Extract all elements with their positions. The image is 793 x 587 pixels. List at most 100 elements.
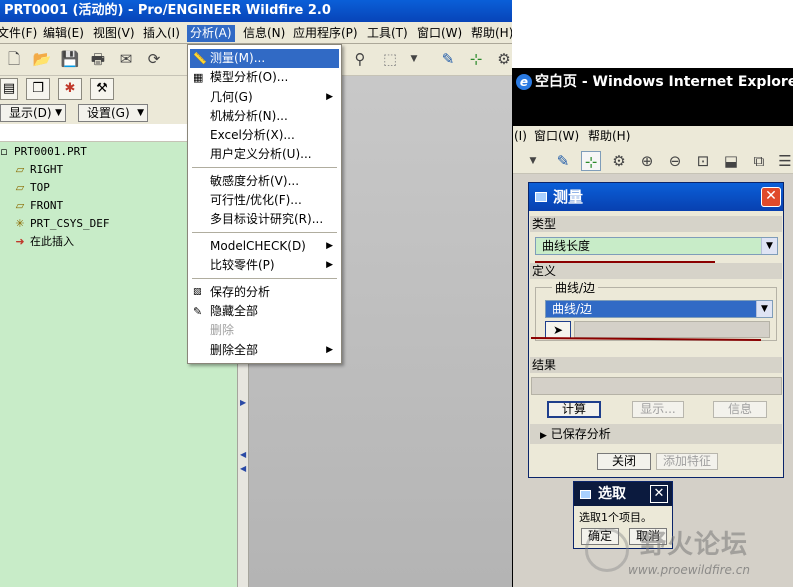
print-icon[interactable]: 🖶 bbox=[88, 49, 108, 69]
measure-icon: 📏 bbox=[193, 52, 207, 65]
chevron-down-icon[interactable]: ▼ bbox=[523, 151, 543, 171]
menu-partial[interactable]: (I) bbox=[513, 128, 530, 145]
model-tree-tab-icon[interactable]: ▤ bbox=[0, 78, 18, 100]
menu-view[interactable]: 视图(V) bbox=[90, 25, 138, 42]
save-icon[interactable]: 💾 bbox=[60, 49, 80, 69]
menu-item-sensitivity-analysis[interactable]: 敏感度分析(V)... bbox=[190, 172, 339, 191]
tree-item-insert-here[interactable]: ➜ 在此插入 bbox=[12, 233, 74, 251]
submenu-arrow-icon: ▶ bbox=[326, 345, 333, 355]
connections-tab-icon[interactable]: ⚒ bbox=[90, 78, 114, 100]
tree-item-front[interactable]: ▱ FRONT bbox=[12, 197, 63, 215]
menu-window[interactable]: 窗口(W) bbox=[531, 128, 582, 145]
saved-analysis-label: 已保存分析 bbox=[550, 427, 611, 441]
menu-item-user-defined-analysis[interactable]: 用户定义分析(U)... bbox=[190, 145, 339, 164]
menu-item-label: 模型分析(O)... bbox=[210, 70, 289, 84]
menu-info[interactable]: 信息(N) bbox=[240, 25, 288, 42]
saved-analysis-expander[interactable]: ▶ 已保存分析 bbox=[530, 424, 782, 444]
menu-help[interactable]: 帮助(H) bbox=[585, 128, 633, 145]
new-file-icon[interactable]: 🗋 bbox=[4, 49, 24, 69]
menu-file[interactable]: 文件(F) bbox=[0, 25, 40, 42]
menu-item-label: 比较零件(P) bbox=[210, 258, 275, 272]
settings-combo[interactable]: 设置(G) ▼ bbox=[78, 104, 148, 122]
tree-item-label: TOP bbox=[30, 181, 50, 194]
binoculars-icon[interactable]: ⚲ bbox=[350, 49, 370, 69]
type-select-value: 曲线长度 bbox=[542, 239, 591, 253]
section-label: 结果 bbox=[532, 358, 557, 372]
compute-button[interactable]: 计算 bbox=[547, 401, 601, 418]
zoom-in-icon[interactable]: ⊕ bbox=[637, 151, 657, 171]
close-button[interactable]: 关闭 bbox=[597, 453, 651, 470]
refit-icon[interactable]: ⊡ bbox=[693, 151, 713, 171]
menu-item-saved-analysis[interactable]: ▧ 保存的分析 bbox=[190, 283, 339, 302]
menu-item-label: 保存的分析 bbox=[210, 285, 271, 299]
chevron-right-icon: ▶ bbox=[540, 431, 547, 441]
datum-plane-icon: ▱ bbox=[15, 163, 25, 176]
info-button[interactable]: 信息 bbox=[713, 401, 767, 418]
menu-item-delete-all[interactable]: 删除全部 ▶ bbox=[190, 341, 339, 360]
show-button[interactable]: 显示... bbox=[632, 401, 684, 418]
regenerate-icon[interactable]: ⟳ bbox=[144, 49, 164, 69]
tree-item-top[interactable]: ▱ TOP bbox=[12, 179, 50, 197]
ie-toolbar: ▼ ✎ ⊹ ⚙ ⊕ ⊖ ⊡ ⬓ ⧉ ☰ bbox=[513, 146, 793, 174]
menu-item-model-analysis[interactable]: ▦ 模型分析(O)... bbox=[190, 68, 339, 87]
chevron-left-icon[interactable]: ◀ bbox=[240, 464, 246, 473]
menu-insert[interactable]: 插入(I) bbox=[140, 25, 183, 42]
proe-menu-bar: 文件(F) 编辑(E) 视图(V) 插入(I) 分析(A) 信息(N) 应用程序… bbox=[0, 22, 512, 44]
folder-browser-tab-icon[interactable]: ❐ bbox=[26, 78, 50, 100]
email-icon[interactable]: ✉ bbox=[116, 49, 136, 69]
display-combo[interactable]: 显示(D) ▼ bbox=[0, 104, 66, 122]
datum-point-icon[interactable]: ⊹ bbox=[581, 151, 601, 171]
chevron-down-icon[interactable]: ▼ bbox=[404, 49, 424, 69]
close-icon[interactable]: ✕ bbox=[761, 187, 781, 207]
open-folder-icon[interactable]: 📂 bbox=[32, 49, 52, 69]
favorites-tab-icon[interactable]: ✱ bbox=[58, 78, 82, 100]
menu-item-label: 可行性/优化(F)... bbox=[210, 193, 302, 207]
close-icon[interactable]: ✕ bbox=[650, 485, 668, 503]
menu-item-label: 用户定义分析(U)... bbox=[210, 147, 312, 161]
menu-window[interactable]: 窗口(W) bbox=[414, 25, 465, 42]
chevron-left-icon[interactable]: ◀ bbox=[240, 450, 246, 459]
datum-point-icon[interactable]: ⊹ bbox=[466, 49, 486, 69]
selection-box-icon[interactable]: ⬚ bbox=[380, 49, 400, 69]
menu-item-compare-parts[interactable]: 比较零件(P) ▶ bbox=[190, 256, 339, 275]
sketch-icon[interactable]: ✎ bbox=[438, 49, 458, 69]
window-icon bbox=[535, 192, 547, 202]
menu-item-geometry[interactable]: 几何(G) ▶ bbox=[190, 88, 339, 107]
orient-icon[interactable]: ⬓ bbox=[721, 151, 741, 171]
submenu-arrow-icon: ▶ bbox=[326, 260, 333, 270]
menu-item-mechanism-analysis[interactable]: 机械分析(N)... bbox=[190, 107, 339, 126]
tree-item-part[interactable]: ▫ PRT0001.PRT bbox=[0, 143, 87, 161]
type-select[interactable]: 曲线长度 ▼ bbox=[535, 237, 778, 255]
saved-views-icon[interactable]: ⧉ bbox=[749, 151, 769, 171]
menu-help[interactable]: 帮助(H) bbox=[468, 25, 512, 42]
menu-item-excel-analysis[interactable]: Excel分析(X)... bbox=[190, 126, 339, 145]
hide-all-icon: ✎ bbox=[193, 305, 203, 318]
tree-item-label: FRONT bbox=[30, 199, 64, 212]
menu-item-measure[interactable]: 📏 测量(M)... bbox=[190, 49, 339, 68]
menu-item-multi-objective-study[interactable]: 多目标设计研究(R)... bbox=[190, 210, 339, 229]
zoom-out-icon[interactable]: ⊖ bbox=[665, 151, 685, 171]
curve-edge-select[interactable]: 曲线/边 ▼ bbox=[545, 300, 773, 318]
submenu-arrow-icon: ▶ bbox=[326, 241, 333, 251]
add-feature-button[interactable]: 添加特征 bbox=[656, 453, 718, 470]
tree-item-label: 在此插入 bbox=[30, 235, 74, 248]
menu-item-feasibility-optimization[interactable]: 可行性/优化(F)... bbox=[190, 191, 339, 210]
tree-item-right[interactable]: ▱ RIGHT bbox=[12, 161, 63, 179]
selection-collector[interactable] bbox=[574, 321, 770, 338]
menu-applications[interactable]: 应用程序(P) bbox=[290, 25, 361, 42]
menu-item-modelcheck[interactable]: ModelCHECK(D) ▶ bbox=[190, 237, 339, 256]
model-analysis-icon: ▦ bbox=[193, 71, 204, 84]
menu-item-label: Excel分析(X)... bbox=[210, 128, 295, 142]
ie-logo-icon: e bbox=[516, 74, 532, 90]
analysis-dropdown-menu: 📏 测量(M)... ▦ 模型分析(O)... 几何(G) ▶ 机械分析(N)... … bbox=[187, 44, 342, 364]
sketch-icon[interactable]: ✎ bbox=[553, 151, 573, 171]
layers-icon[interactable]: ☰ bbox=[775, 151, 793, 171]
menu-item-hide-all[interactable]: ✎ 隐藏全部 bbox=[190, 302, 339, 321]
menu-analysis[interactable]: 分析(A) bbox=[187, 25, 235, 42]
menu-edit[interactable]: 编辑(E) bbox=[40, 25, 87, 42]
chevron-right-icon[interactable]: ▶ bbox=[240, 398, 246, 407]
menu-tools[interactable]: 工具(T) bbox=[364, 25, 411, 42]
spin-center-icon[interactable]: ⚙ bbox=[609, 151, 629, 171]
tree-item-csys[interactable]: ✳ PRT_CSYS_DEF bbox=[12, 215, 109, 233]
spin-center-icon[interactable]: ⚙ bbox=[494, 49, 512, 69]
